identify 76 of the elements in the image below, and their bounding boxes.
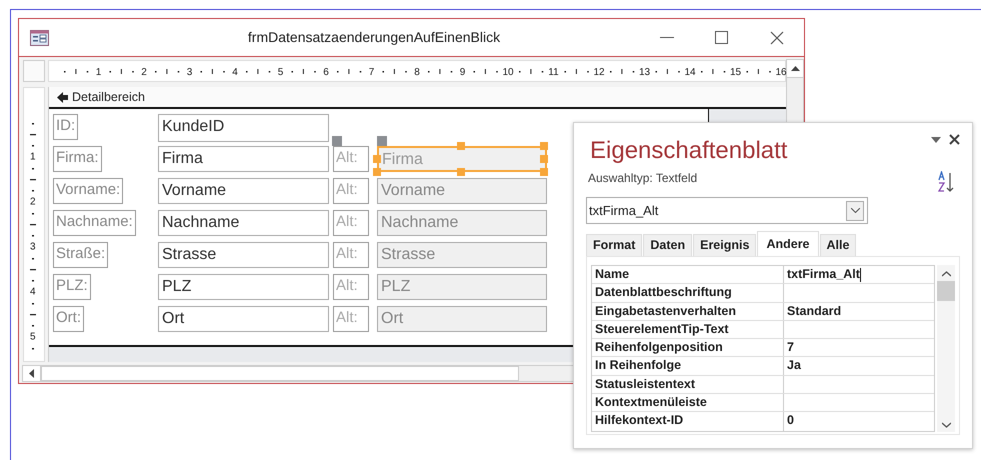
tab[interactable]: Andere [757, 231, 819, 256]
vertical-scrollbar[interactable] [937, 265, 955, 432]
section-header[interactable]: Detailbereich [49, 87, 786, 109]
ruler-number: 4 [30, 286, 36, 300]
scrollbar-thumb[interactable] [937, 281, 955, 301]
property-name: Hilfekontext-ID [592, 412, 784, 431]
section-arrow-icon [57, 92, 68, 102]
window-title: frmDatensatzaenderungenAufEinenBlick [246, 28, 502, 47]
ruler-number: 3 [30, 240, 36, 254]
section-title: Detailbereich [72, 88, 145, 106]
dropdown-icon[interactable] [931, 137, 941, 143]
property-value[interactable]: 0 [784, 412, 934, 431]
property-value[interactable]: Standard [784, 302, 934, 320]
property-value[interactable]: txtFirma_Alt [784, 266, 934, 284]
scroll-left-icon[interactable] [29, 369, 34, 378]
text-field[interactable]: KundeID [158, 114, 329, 142]
object-dropdown[interactable]: txtFirma_Alt [586, 197, 868, 224]
ruler-number: 8 [414, 66, 420, 80]
ruler-number: 4 [232, 66, 238, 80]
property-value[interactable]: Ja [784, 357, 934, 375]
ruler-number: 1 [96, 66, 102, 80]
tab[interactable]: Daten [643, 234, 692, 256]
scroll-down-icon[interactable] [942, 422, 950, 428]
resize-handle[interactable] [457, 168, 465, 176]
text-field[interactable]: Nachname [158, 210, 329, 236]
tab[interactable]: Ereignis [693, 234, 756, 256]
close-icon[interactable] [949, 134, 960, 145]
property-value[interactable]: 7 [784, 339, 934, 356]
ruler-number: 1 [30, 150, 36, 164]
ruler-number: 3 [186, 66, 192, 80]
tab[interactable]: Format [586, 234, 642, 256]
selection-type-label: Auswahltyp: [588, 171, 653, 185]
scroll-up-icon[interactable] [942, 271, 950, 277]
ruler-number: 6 [323, 66, 329, 80]
text-cursor [860, 268, 861, 282]
selection-type-value: Textfeld [656, 171, 698, 185]
ruler-number: 11 [548, 66, 559, 80]
text-field[interactable]: PLZ [158, 274, 329, 300]
ruler-number: 2 [30, 196, 36, 210]
property-name: Statusleistentext [592, 376, 784, 394]
move-handle[interactable] [332, 136, 342, 146]
scrollbar-thumb[interactable] [41, 366, 519, 381]
property-name: SteuerelementTip-Text [592, 320, 784, 338]
ruler-number: 2 [141, 66, 147, 80]
property-name: Kontextmenüleiste [592, 394, 784, 412]
ruler-number: 7 [368, 66, 374, 80]
chevron-down-icon [850, 208, 860, 213]
form-icon [30, 30, 49, 46]
move-handle[interactable] [377, 136, 387, 146]
ruler-number: 5 [278, 66, 284, 80]
resize-handle[interactable] [457, 142, 465, 150]
close-icon [770, 30, 784, 44]
ruler-number: 16 [775, 66, 787, 80]
property-name: Name [592, 266, 784, 284]
ruler-number: 15 [730, 66, 742, 80]
property-name: Reihenfolgenposition [592, 339, 784, 356]
property-name: Datenblattbeschriftung [592, 284, 784, 302]
scroll-up-icon[interactable] [790, 66, 800, 71]
ruler-number: 12 [593, 66, 605, 80]
text-field[interactable]: Strasse [158, 242, 329, 268]
ruler-corner [23, 60, 45, 82]
property-name: In Reihenfolge [592, 357, 784, 375]
ruler-number: 5 [30, 330, 36, 344]
text-field[interactable]: Vorname [158, 178, 329, 204]
text-field[interactable]: Firma [158, 146, 329, 172]
panel-title: Eigenschaftenblatt [590, 137, 788, 165]
maximize-icon [715, 31, 728, 44]
ruler-number: 13 [638, 66, 650, 80]
ruler-number: 10 [502, 66, 514, 80]
ruler-number: 9 [460, 66, 466, 80]
sort-icon[interactable] [938, 171, 956, 193]
property-name: Eingabetastenverhalten [592, 302, 784, 320]
text-field[interactable]: Ort [158, 306, 329, 332]
minimize-icon [660, 37, 674, 38]
ruler-number: 14 [684, 66, 696, 80]
tab[interactable]: Alle [820, 234, 856, 256]
